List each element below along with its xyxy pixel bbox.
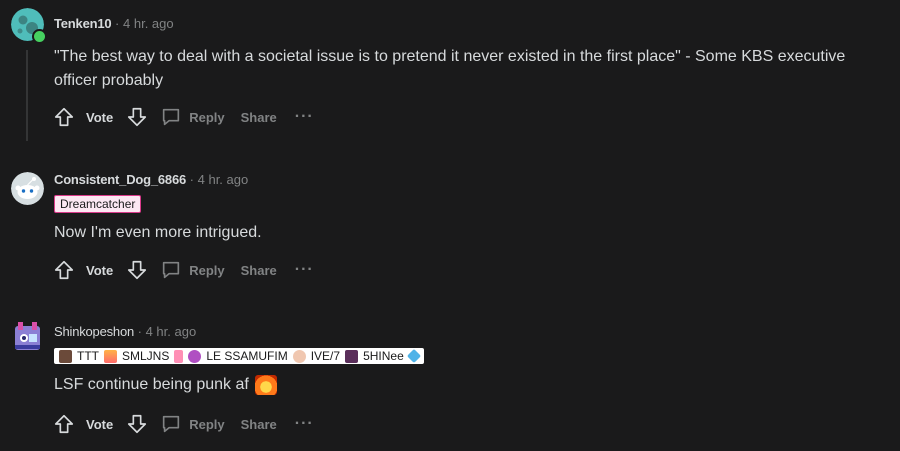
downvote-icon[interactable] bbox=[125, 412, 149, 436]
flair-part: SMLJNS bbox=[122, 349, 170, 363]
share-label: Share bbox=[240, 416, 277, 432]
thread-line[interactable] bbox=[26, 50, 28, 141]
author-name[interactable]: Shinkopeshon bbox=[54, 324, 134, 339]
more-options-button[interactable]: ··· bbox=[295, 261, 314, 279]
flair-part: 5HINee bbox=[363, 349, 404, 363]
flair-emoji-icon bbox=[188, 349, 202, 363]
more-icon: ··· bbox=[294, 108, 314, 125]
separator: · bbox=[115, 16, 120, 31]
separator: · bbox=[189, 172, 194, 187]
comment-meta: Tenken10 · 4 hr. ago bbox=[54, 16, 174, 31]
custom-avatar-icon bbox=[11, 320, 44, 353]
more-options-button[interactable]: ··· bbox=[295, 108, 314, 126]
online-status-dot bbox=[32, 29, 47, 44]
downvote-icon[interactable] bbox=[125, 258, 149, 282]
flair-emoji-icon bbox=[59, 349, 72, 363]
more-icon: ··· bbox=[294, 261, 314, 278]
timestamp[interactable]: 4 hr. ago bbox=[123, 16, 174, 31]
user-flair: Dreamcatcher bbox=[54, 195, 142, 213]
upvote-icon[interactable] bbox=[52, 412, 76, 436]
comment-text: LSF continue being punk af bbox=[54, 376, 249, 393]
comment-body: Now I'm even more intrigued. bbox=[54, 224, 262, 241]
reply-label: Reply bbox=[189, 109, 225, 125]
comment-actions: Vote Reply Share ··· bbox=[52, 411, 314, 437]
timestamp[interactable]: 4 hr. ago bbox=[198, 172, 249, 187]
fire-emoji-icon bbox=[254, 375, 277, 395]
vote-label: Vote bbox=[86, 416, 114, 432]
comment-meta: Shinkopeshon · 4 hr. ago bbox=[54, 324, 196, 339]
reply-label: Reply bbox=[189, 416, 225, 432]
share-button[interactable]: Share bbox=[241, 110, 277, 125]
flair-part: IVE/7 bbox=[310, 349, 341, 363]
user-flair: TTT SMLJNS LE SSAMUFIM IVE/7 5HINee bbox=[54, 348, 424, 364]
vote-group: Vote bbox=[52, 105, 149, 129]
comment-actions: Vote Reply Share ··· bbox=[52, 104, 314, 130]
comment-bubble-icon bbox=[159, 105, 183, 129]
avatar[interactable] bbox=[11, 172, 44, 205]
upvote-icon[interactable] bbox=[52, 258, 76, 282]
vote-label: Vote bbox=[86, 262, 114, 278]
comment-bubble-icon bbox=[159, 412, 183, 436]
snoo-avatar-icon bbox=[11, 172, 44, 205]
comment-body: "The best way to deal with a societal is… bbox=[54, 48, 846, 89]
flair-emoji-icon bbox=[174, 349, 184, 363]
reply-label: Reply bbox=[189, 262, 225, 278]
flair-part: LE SSAMUFIM bbox=[206, 349, 288, 363]
more-options-button[interactable]: ··· bbox=[295, 415, 314, 433]
share-button[interactable]: Share bbox=[241, 263, 277, 278]
avatar[interactable] bbox=[11, 320, 44, 353]
separator: · bbox=[137, 324, 142, 339]
author-name[interactable]: Tenken10 bbox=[54, 16, 112, 31]
vote-group: Vote bbox=[52, 258, 149, 282]
flair-emoji-icon bbox=[345, 349, 359, 363]
comment-actions: Vote Reply Share ··· bbox=[52, 257, 314, 283]
reply-button[interactable]: Reply bbox=[159, 105, 225, 129]
comment-bubble-icon bbox=[159, 258, 183, 282]
upvote-icon[interactable] bbox=[52, 105, 76, 129]
downvote-icon[interactable] bbox=[125, 105, 149, 129]
share-button[interactable]: Share bbox=[241, 417, 277, 432]
reply-button[interactable]: Reply bbox=[159, 258, 225, 282]
reply-button[interactable]: Reply bbox=[159, 412, 225, 436]
vote-group: Vote bbox=[52, 412, 149, 436]
flair-emoji-icon bbox=[292, 349, 306, 363]
more-icon: ··· bbox=[294, 415, 314, 432]
vote-label: Vote bbox=[86, 109, 114, 125]
author-name[interactable]: Consistent_Dog_6866 bbox=[54, 172, 186, 187]
comment-meta: Consistent_Dog_6866 · 4 hr. ago bbox=[54, 172, 248, 187]
share-label: Share bbox=[240, 262, 277, 278]
flair-text: Dreamcatcher bbox=[60, 197, 136, 211]
comment-body: LSF continue being punk af bbox=[54, 373, 884, 397]
diamond-emoji-icon bbox=[406, 348, 421, 364]
comment-thread: Tenken10 · 4 hr. ago "The best way to de… bbox=[0, 0, 900, 451]
flair-part: TTT bbox=[77, 349, 99, 363]
flair-emoji-icon bbox=[104, 349, 117, 363]
share-label: Share bbox=[240, 109, 277, 125]
timestamp[interactable]: 4 hr. ago bbox=[146, 324, 197, 339]
